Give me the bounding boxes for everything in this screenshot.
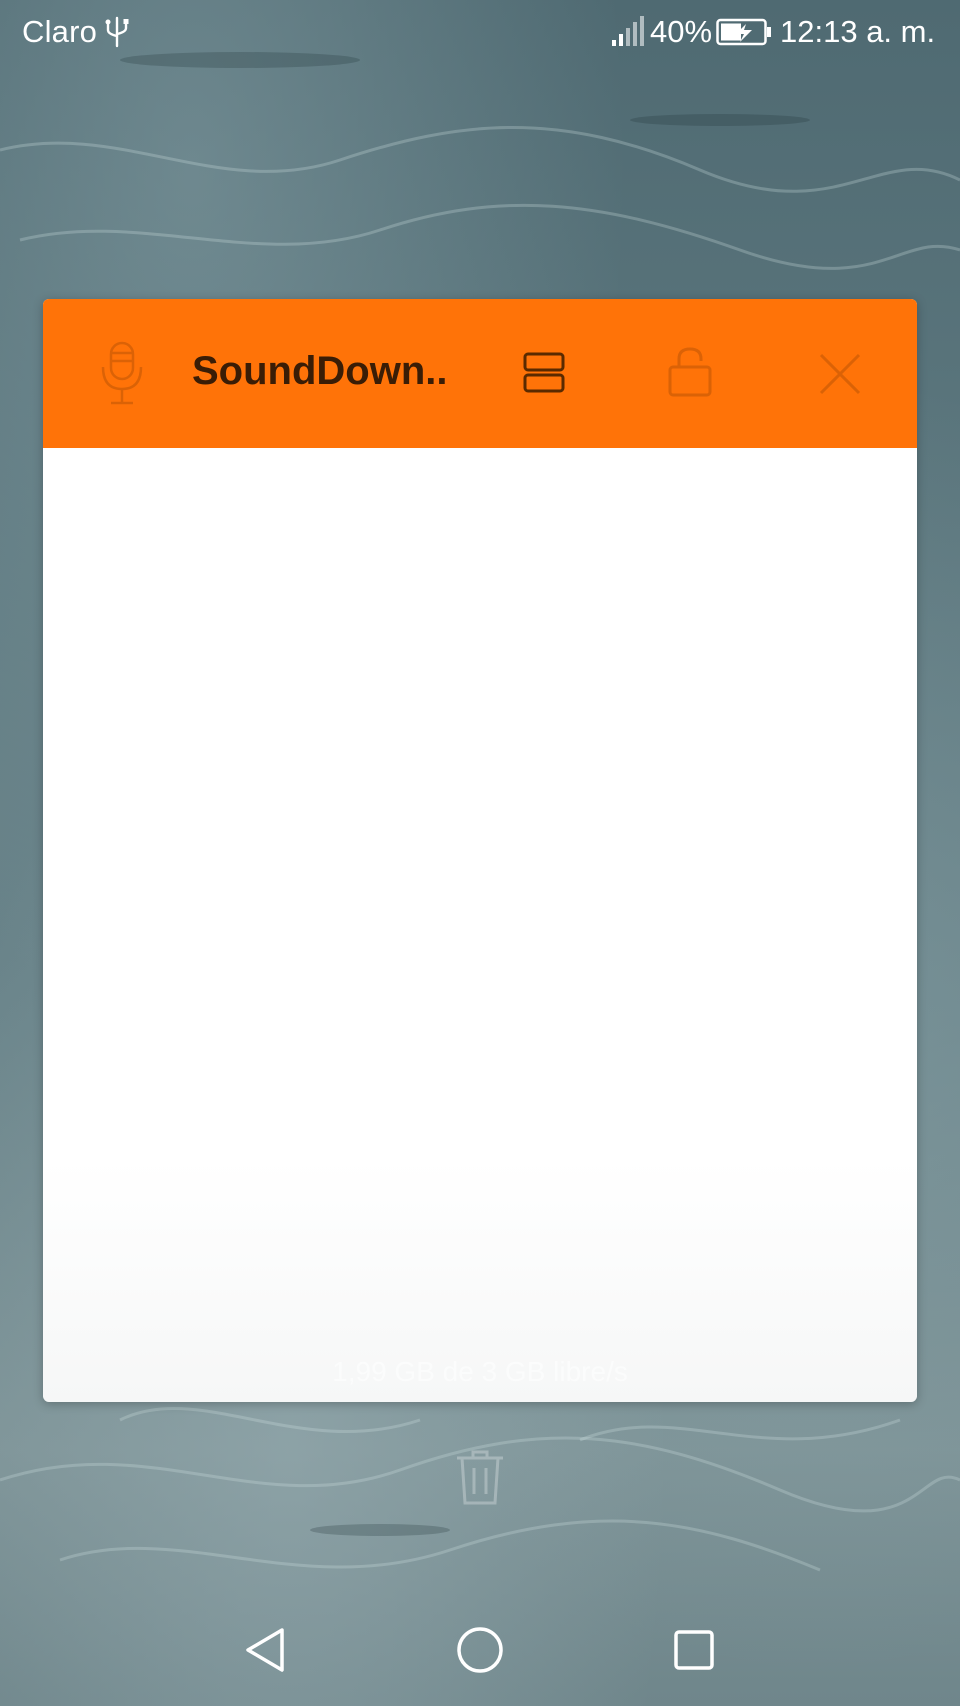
recent-app-card[interactable]: SoundDown.. (43, 299, 917, 1402)
trash-icon[interactable] (455, 1448, 505, 1506)
back-icon[interactable] (240, 1624, 292, 1676)
battery-charging-icon (716, 18, 771, 46)
unlock-icon[interactable] (666, 345, 714, 397)
recent-apps-icon[interactable] (668, 1624, 720, 1676)
usb-icon (105, 16, 129, 48)
navigation-bar (0, 1600, 960, 1706)
split-screen-icon[interactable] (522, 351, 566, 395)
close-icon[interactable] (817, 351, 863, 397)
app-card-header[interactable]: SoundDown.. (43, 299, 917, 448)
signal-icon (612, 16, 644, 46)
app-title: SoundDown.. (192, 349, 448, 393)
status-bar: Claro 40% 12:13 a. m. (0, 0, 960, 66)
clock: 12:13 a. m. (780, 14, 936, 49)
carrier-label: Claro (22, 14, 98, 49)
memory-usage-text: 1,99 GB de 3 GB libre/s (332, 1356, 628, 1387)
home-icon[interactable] (454, 1624, 506, 1676)
microphone-icon (101, 341, 143, 405)
battery-percent: 40% (650, 14, 713, 49)
